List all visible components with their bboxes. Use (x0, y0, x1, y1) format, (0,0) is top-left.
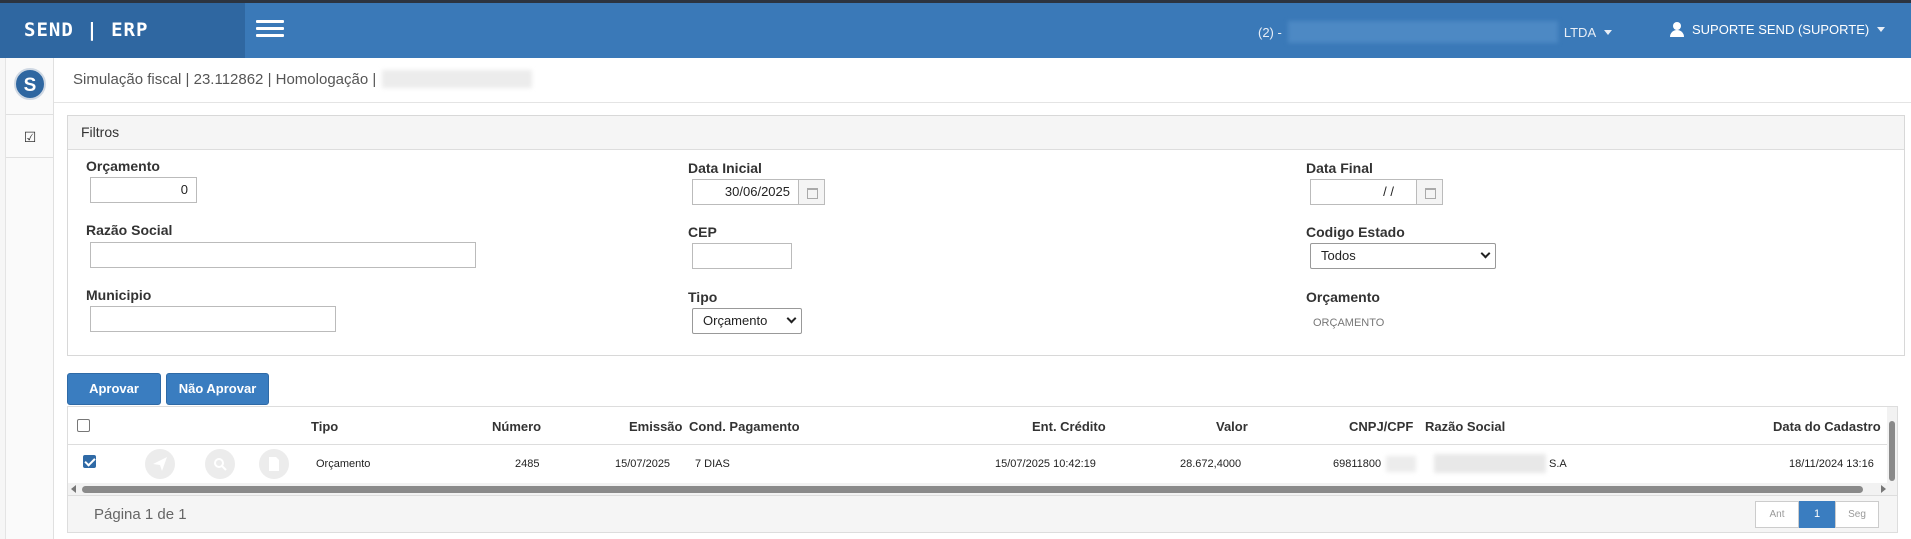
cell-valor: 28.672,4000 (1180, 458, 1242, 470)
cep-input[interactable] (692, 243, 792, 269)
vertical-scrollbar[interactable] (1887, 407, 1897, 495)
document-icon[interactable] (259, 449, 289, 479)
chevron-down-icon (1604, 29, 1613, 35)
user-menu[interactable]: SUPORTE SEND (SUPORTE) (1670, 22, 1886, 37)
app-brand[interactable]: SEND | ERP (0, 3, 245, 58)
calendar-icon[interactable] (1417, 179, 1443, 205)
scroll-thumb[interactable] (82, 486, 1863, 493)
cell-tipo: Orçamento (316, 458, 371, 470)
municipio-input[interactable] (90, 306, 336, 332)
cell-emissao: 15/07/2025 (615, 458, 671, 470)
prev-page-button[interactable]: Ant (1755, 501, 1799, 528)
col-emissao[interactable]: Emissão (629, 419, 682, 434)
municipio-label: Municipio (86, 287, 152, 303)
data-inicial-label: Data Inicial (688, 160, 762, 176)
pagination: Ant 1 Seg (1755, 501, 1879, 528)
cell-ent-credito: 15/07/2025 10:42:19 (995, 458, 1096, 470)
menu-toggle-icon[interactable] (256, 20, 284, 40)
grid-footer: Página 1 de 1 Ant 1 Seg (68, 495, 1897, 532)
redacted-company-name (1287, 21, 1558, 43)
search-icon[interactable] (205, 449, 235, 479)
sidebar-panel: S ☑ (5, 58, 54, 539)
page-1-button[interactable]: 1 (1799, 501, 1835, 528)
data-inicial-input[interactable]: 30/06/2025 (692, 179, 799, 205)
cep-label: CEP (688, 224, 717, 240)
calendar-icon[interactable] (799, 179, 825, 205)
data-final-input[interactable]: / / (1310, 179, 1417, 205)
horizontal-scrollbar[interactable] (68, 483, 1889, 495)
grid-header: Tipo Número Emissão Cond. Pagamento Ent.… (68, 407, 1889, 445)
cell-cnpj: 69811800 (1333, 458, 1382, 470)
breadcrumb: Simulação fiscal | 23.112862 | Homologaç… (73, 70, 533, 88)
col-ent-credito[interactable]: Ent. Crédito (1032, 419, 1106, 434)
orcamento-type-label: Orçamento (1306, 289, 1380, 305)
logo-icon[interactable]: S (14, 68, 46, 100)
scroll-thumb[interactable] (1889, 421, 1895, 481)
reject-button[interactable]: Não Aprovar (166, 373, 269, 405)
redacted-breadcrumb (382, 70, 533, 88)
col-tipo[interactable]: Tipo (311, 419, 338, 434)
table-row[interactable]: Orçamento 2485 15/07/2025 7 DIAS 15/07/2… (68, 446, 1889, 482)
razao-social-input[interactable] (90, 242, 476, 268)
col-cnpj[interactable]: CNPJ/CPF (1349, 419, 1413, 434)
sidebar: S ☑ (0, 58, 54, 539)
page-title: Simulação fiscal | 23.112862 | Homologaç… (73, 70, 377, 88)
next-page-button[interactable]: Seg (1835, 501, 1879, 528)
filters-panel: Filtros Orçamento 0 Data Inicial 30/06/2… (67, 115, 1905, 356)
top-bar: SEND | ERP (2) - LTDA SUPORTE SEND (SUPO… (0, 0, 1911, 58)
company-suffix: LTDA (1563, 24, 1597, 40)
orcamento-label: Orçamento (86, 158, 160, 174)
redacted-cnpj (1386, 456, 1416, 472)
divider (54, 102, 1911, 103)
orcamento-type-value: ORÇAMENTO (1313, 317, 1385, 329)
tipo-select[interactable]: Orçamento (692, 308, 802, 334)
user-name: SUPORTE SEND (SUPORTE) (1692, 22, 1870, 37)
cell-cond-pagamento: 7 DIAS (695, 458, 730, 470)
chevron-down-icon (786, 313, 797, 324)
user-icon (1670, 22, 1684, 37)
company-prefix: (2) - (1258, 24, 1282, 40)
chevron-down-icon (1877, 27, 1886, 32)
chevron-down-icon (1480, 248, 1491, 259)
col-numero[interactable]: Número (492, 419, 541, 434)
filters-title: Filtros (68, 116, 1904, 150)
codigo-estado-label: Codigo Estado (1306, 224, 1405, 240)
select-all-checkbox[interactable] (77, 419, 90, 432)
row-checkbox[interactable] (83, 455, 96, 468)
col-data-cadastro[interactable]: Data do Cadastro (1773, 419, 1881, 434)
tipo-value: Orçamento (703, 313, 768, 328)
orcamento-input[interactable]: 0 (90, 177, 197, 203)
company-selector[interactable]: (2) - LTDA (1258, 21, 1613, 43)
cell-data-cadastro: 18/11/2024 13:16 (1789, 458, 1874, 470)
data-final-label: Data Final (1306, 160, 1373, 176)
codigo-estado-value: Todos (1321, 248, 1356, 263)
col-razao-social[interactable]: Razão Social (1425, 419, 1505, 434)
checklist-icon[interactable]: ☑ (6, 114, 54, 158)
scroll-left-icon[interactable] (71, 485, 76, 493)
scroll-right-icon[interactable] (1881, 485, 1886, 493)
razao-social-label: Razão Social (86, 222, 173, 238)
cell-numero: 2485 (515, 458, 540, 470)
col-cond-pagamento[interactable]: Cond. Pagamento (689, 419, 800, 434)
tipo-label: Tipo (688, 289, 718, 305)
send-icon[interactable] (145, 449, 175, 479)
col-valor[interactable]: Valor (1216, 419, 1248, 434)
cell-razao-social-suffix: S.A (1549, 458, 1567, 470)
redacted-razao-social (1434, 454, 1546, 473)
results-grid: Tipo Número Emissão Cond. Pagamento Ent.… (67, 406, 1898, 533)
page-info: Página 1 de 1 (94, 506, 187, 523)
approve-button[interactable]: Aprovar (67, 373, 161, 405)
codigo-estado-select[interactable]: Todos (1310, 243, 1496, 269)
